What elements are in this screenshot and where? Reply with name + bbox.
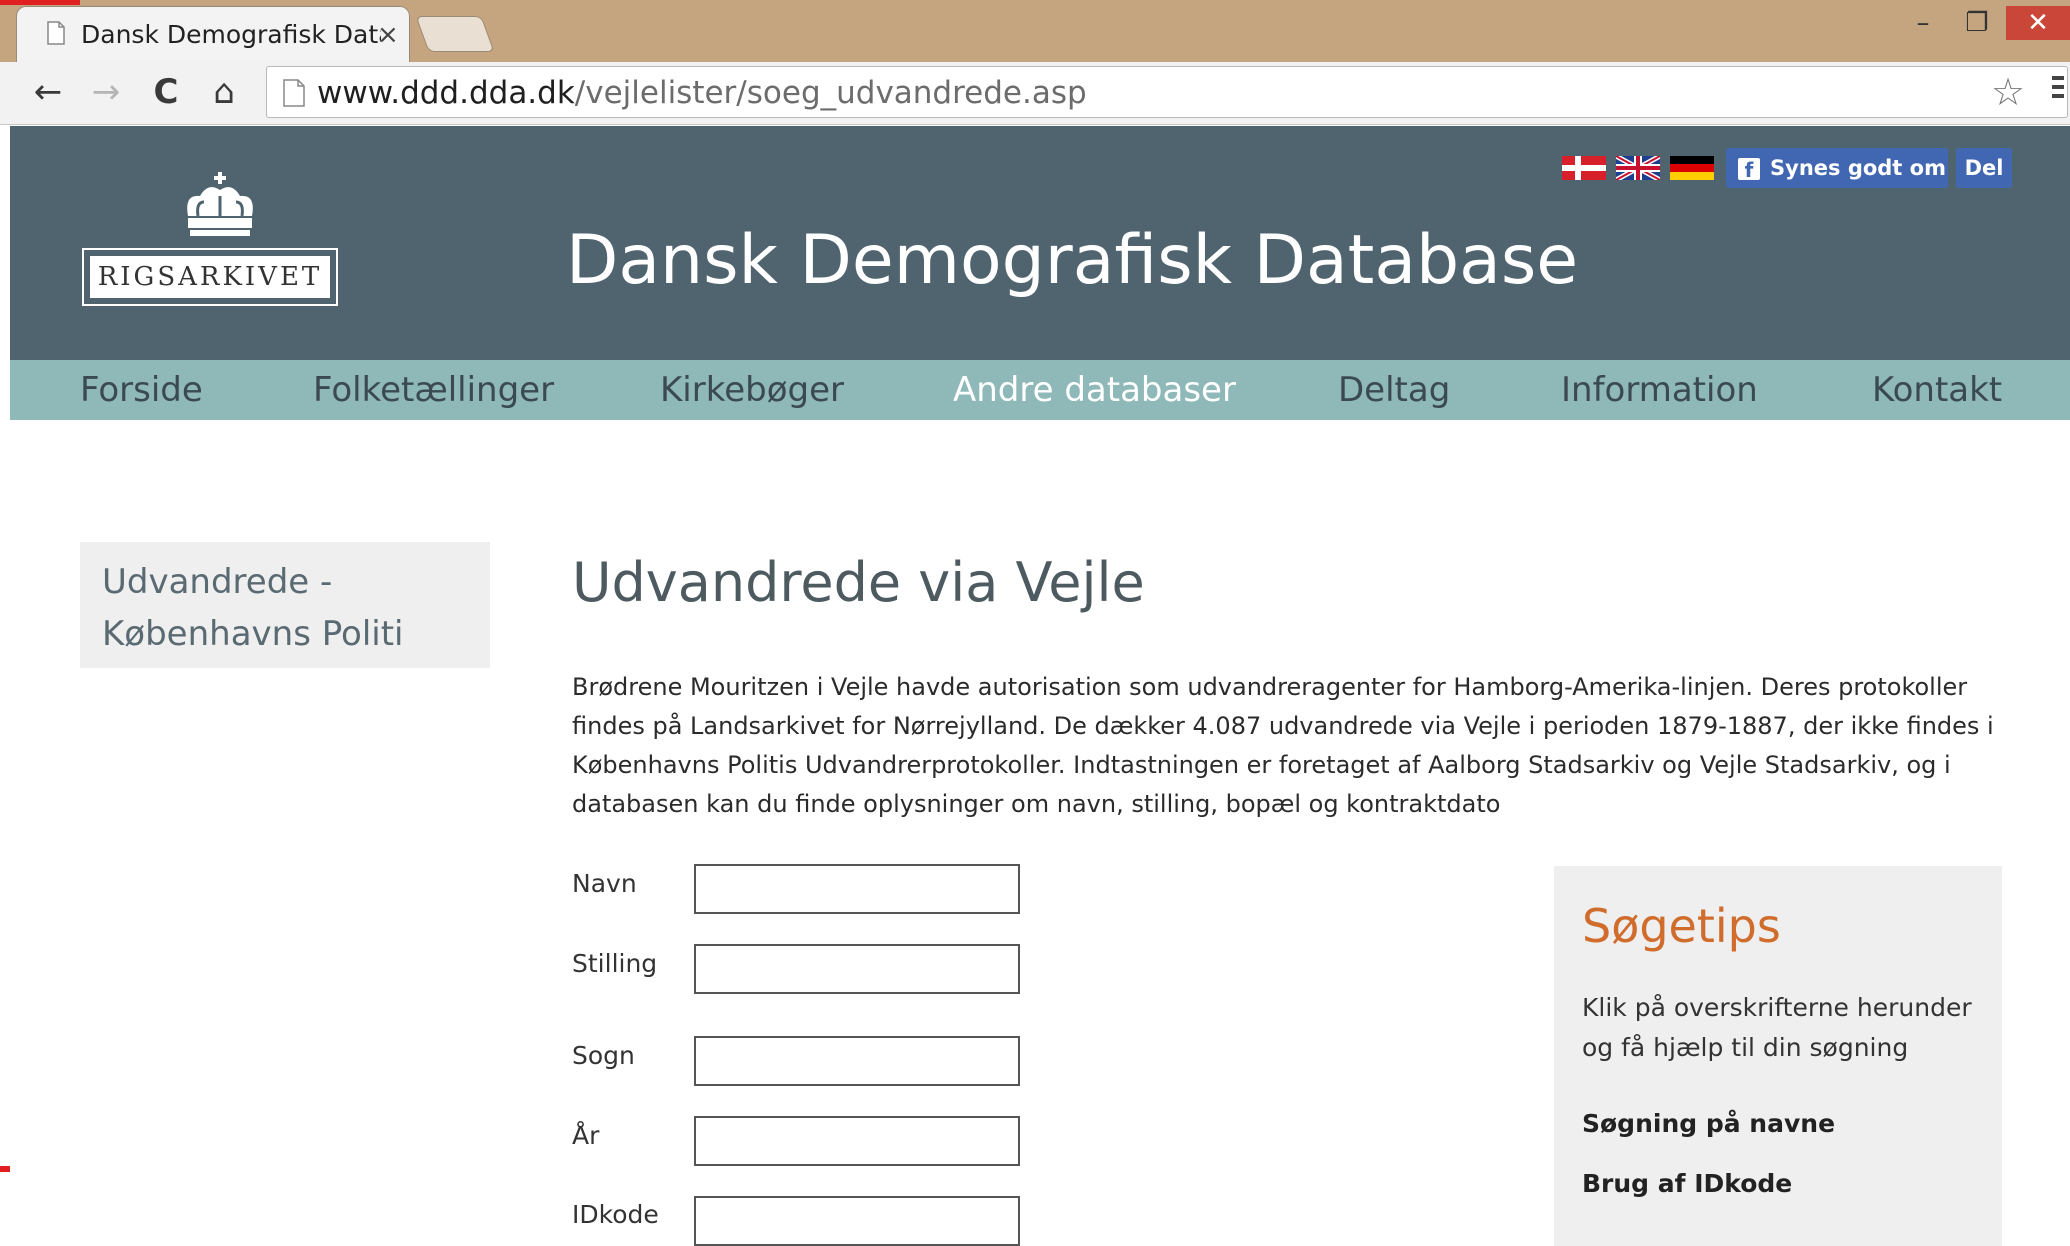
aar-label: År bbox=[572, 1121, 600, 1150]
uk-flag-icon[interactable] bbox=[1616, 156, 1660, 180]
intro-text: Brødrene Mouritzen i Vejle havde autoris… bbox=[572, 673, 1994, 818]
home-icon[interactable]: ⌂ bbox=[204, 72, 244, 112]
url-path: /vejlelister/soeg_udvandrede.asp bbox=[574, 75, 1087, 111]
nav-item-kontakt[interactable]: Kontakt bbox=[1872, 360, 2002, 420]
url-host: www.ddd.dda.dk bbox=[317, 75, 575, 111]
browser-toolbar: ← → C ⌂ www.ddd.dda.dk/vejlelister/soeg_… bbox=[0, 62, 2070, 125]
tip-link-navne[interactable]: Søgning på navne bbox=[1582, 1106, 1835, 1142]
forward-arrow-icon[interactable]: → bbox=[86, 72, 126, 112]
search-tips-text: Klik på overskrifterne herunder og få hj… bbox=[1582, 993, 1972, 1062]
sogn-label: Sogn bbox=[572, 1041, 635, 1070]
navn-input[interactable] bbox=[694, 864, 1020, 914]
search-tips-panel: Søgetips Klik på overskrifterne herunder… bbox=[1554, 866, 2002, 1246]
url-text[interactable]: www.ddd.dda.dk/vejlelister/soeg_udvandre… bbox=[317, 73, 1087, 113]
logo-text: RIGSARKIVET bbox=[90, 256, 330, 298]
nav-item-kirkeboger[interactable]: Kirkebøger bbox=[660, 360, 844, 420]
browser-tab[interactable]: Dansk Demografisk Datab × bbox=[16, 6, 410, 63]
navn-label: Navn bbox=[572, 869, 637, 898]
window-restore-button[interactable]: ❐ bbox=[1950, 6, 2004, 40]
nav-item-andre-databaser[interactable]: Andre databaser bbox=[953, 360, 1236, 420]
page-title: Udvandrede via Vejle bbox=[572, 551, 1145, 614]
page-icon bbox=[47, 21, 65, 45]
tab-title: Dansk Demografisk Datab bbox=[81, 20, 381, 49]
back-arrow-icon[interactable]: ← bbox=[28, 72, 68, 112]
facebook-icon: f bbox=[1738, 158, 1760, 182]
aar-input[interactable] bbox=[694, 1116, 1020, 1166]
reload-icon[interactable]: C bbox=[146, 72, 186, 112]
new-tab-button[interactable] bbox=[415, 16, 495, 52]
browser-menu-icon[interactable] bbox=[2052, 76, 2070, 104]
page-icon bbox=[283, 79, 305, 107]
crown-icon bbox=[187, 172, 253, 236]
nav-item-information[interactable]: Information bbox=[1561, 360, 1758, 420]
tab-close-icon[interactable]: × bbox=[377, 19, 399, 51]
tip-link-idkode[interactable]: Brug af IDkode bbox=[1582, 1166, 1792, 1202]
main-nav: Forside Folketællinger Kirkebøger Andre … bbox=[10, 360, 2070, 420]
facebook-like-button[interactable]: f Synes godt om bbox=[1726, 148, 1948, 188]
address-bar[interactable]: www.ddd.dda.dk/vejlelister/soeg_udvandre… bbox=[266, 66, 2068, 118]
bookmark-star-icon[interactable]: ☆ bbox=[1991, 72, 2025, 112]
site-title: Dansk Demografisk Database bbox=[566, 221, 1579, 300]
idkode-input[interactable] bbox=[694, 1196, 1020, 1246]
stilling-label: Stilling bbox=[572, 949, 658, 978]
stilling-input[interactable] bbox=[694, 944, 1020, 994]
search-tips-title: Søgetips bbox=[1582, 899, 1781, 953]
window-close-button[interactable]: ✕ bbox=[2006, 6, 2070, 40]
sogn-input[interactable] bbox=[694, 1036, 1020, 1086]
site-header: RIGSARKIVET Dansk Demografisk Database f… bbox=[10, 126, 2070, 360]
browser-titlebar: Dansk Demografisk Datab × – ❐ ✕ bbox=[0, 0, 2070, 63]
idkode-label: IDkode bbox=[572, 1200, 659, 1229]
nav-item-forside[interactable]: Forside bbox=[80, 360, 203, 420]
corner-accent bbox=[0, 0, 80, 5]
edge-accent bbox=[0, 1166, 10, 1172]
sidebar-link-udvandrede-kbh[interactable]: Udvandrede - Københavns Politi bbox=[102, 556, 482, 660]
sidebar: Udvandrede - Københavns Politi bbox=[80, 542, 490, 668]
danish-flag-icon[interactable] bbox=[1562, 156, 1606, 180]
window-minimize-button[interactable]: – bbox=[1900, 6, 1946, 40]
nav-item-folketaellinger[interactable]: Folketællinger bbox=[313, 360, 554, 420]
nav-item-deltag[interactable]: Deltag bbox=[1338, 360, 1450, 420]
german-flag-icon[interactable] bbox=[1670, 156, 1714, 180]
facebook-like-label: Synes godt om bbox=[1770, 156, 1946, 180]
facebook-share-button[interactable]: Del bbox=[1956, 148, 2012, 188]
rigsarkivet-logo[interactable]: RIGSARKIVET bbox=[82, 248, 338, 306]
